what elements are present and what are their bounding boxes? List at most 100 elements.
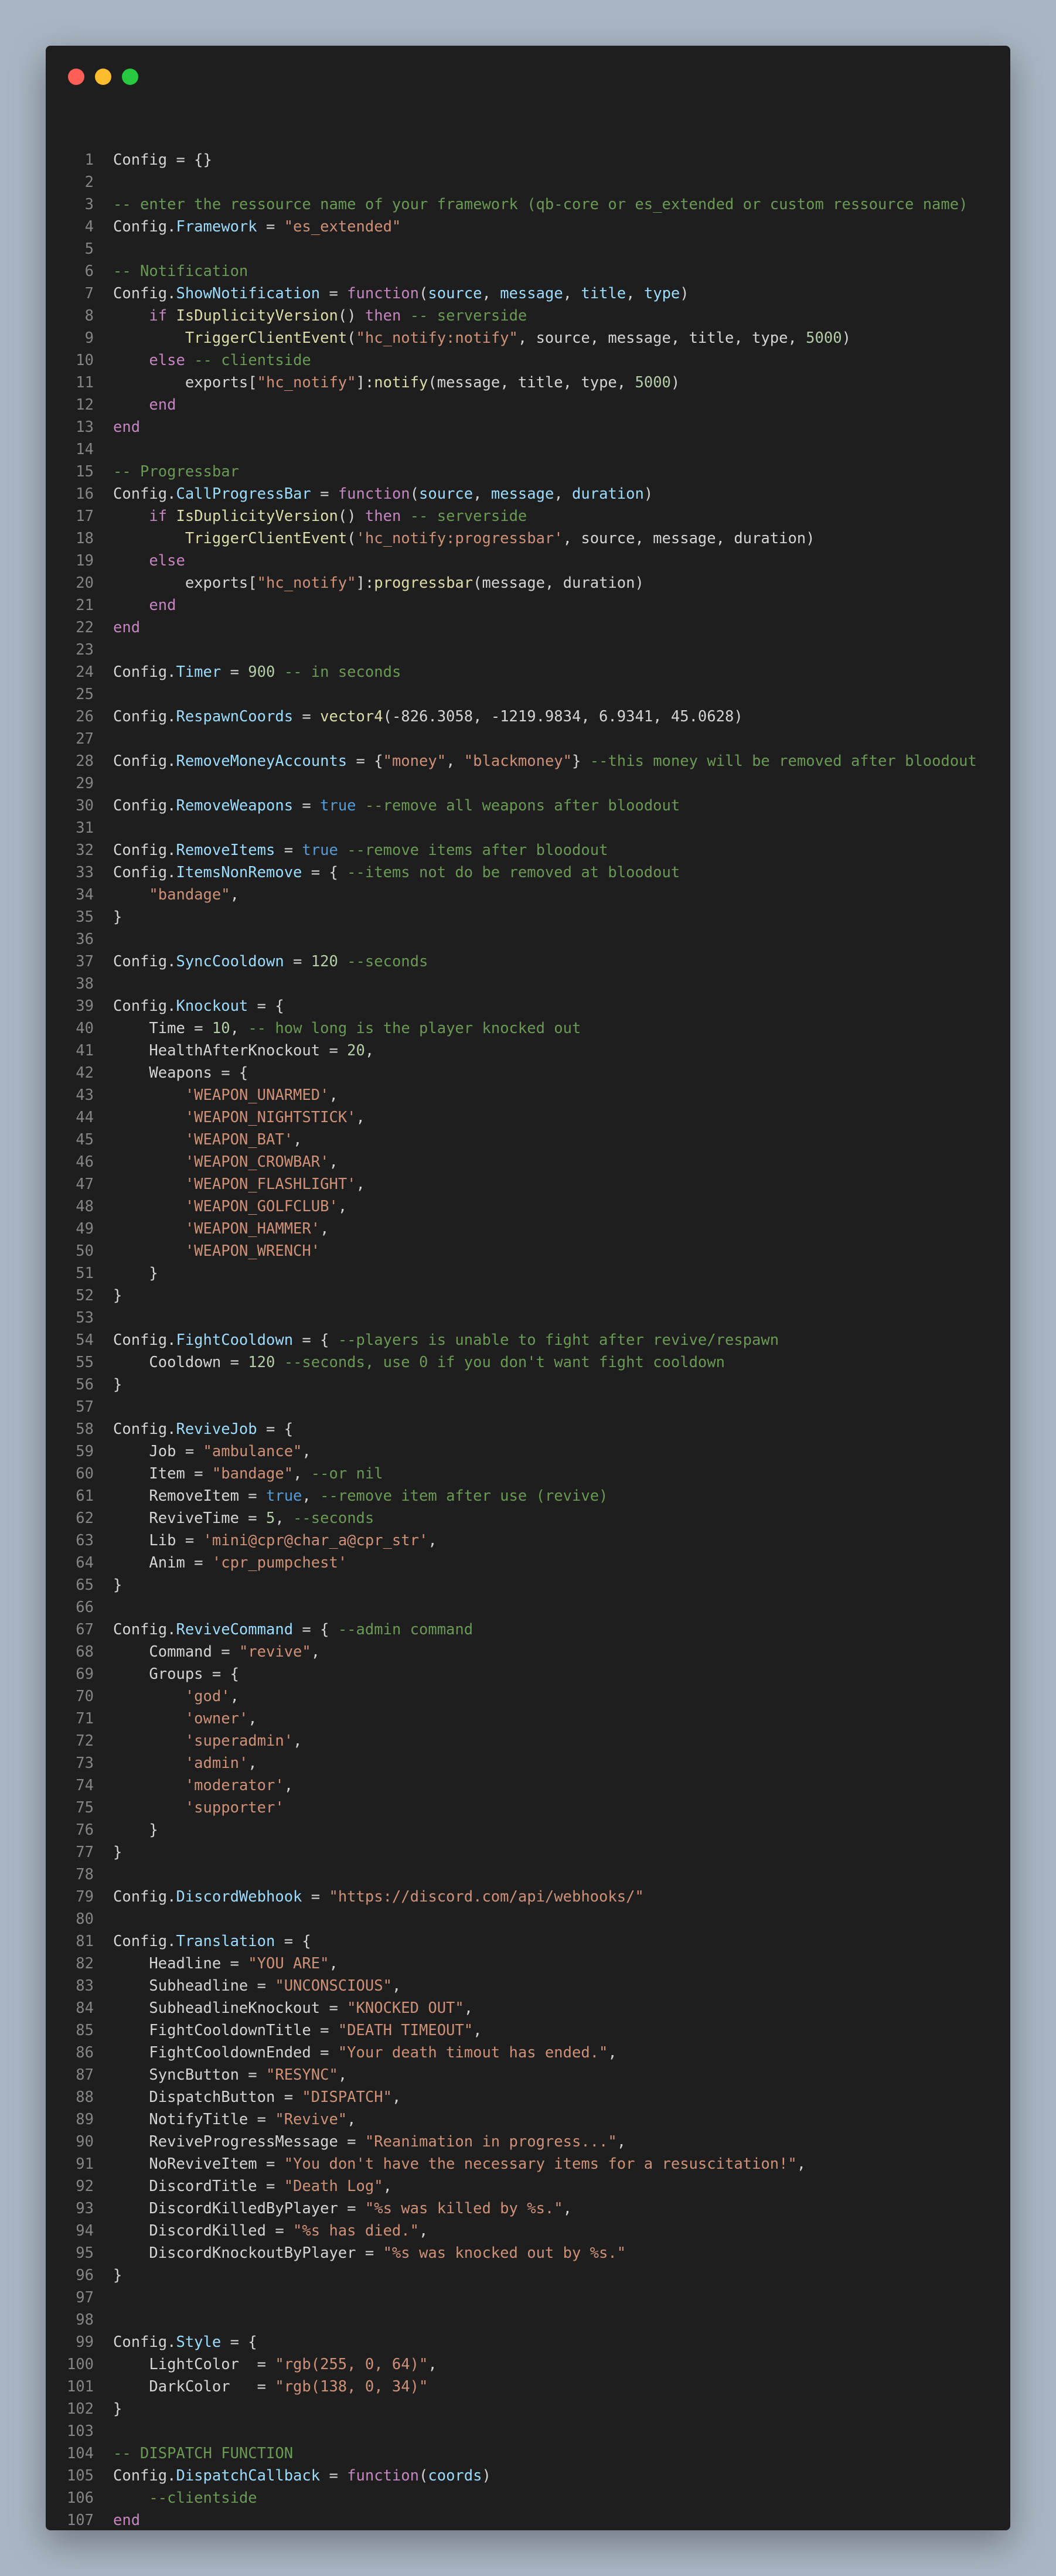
code-line: 45 'WEAPON_BAT',: [46, 1129, 1010, 1151]
line-number: 69: [76, 1665, 94, 1683]
code-line: 64 Anim = 'cpr_pumpchest': [46, 1552, 1010, 1574]
line-text: Config.CallProgressBar = function(source…: [94, 483, 653, 505]
code-token: Job =: [113, 1443, 203, 1460]
line-number: 98: [76, 2311, 94, 2329]
line-text: DarkColor = "rgb(138, 0, 34)": [94, 2376, 428, 2398]
code-token: "UNCONSCIOUS": [275, 1977, 392, 1995]
line-text: DiscordTitle = "Death Log",: [94, 2175, 392, 2197]
line-text: TriggerClientEvent('hc_notify:progressba…: [94, 527, 815, 550]
line-number: 99: [76, 2333, 94, 2351]
line-text: 'WEAPON_NIGHTSTICK',: [94, 1106, 365, 1129]
code-token: SyncButton =: [113, 2066, 266, 2084]
line-number: 66: [76, 1599, 94, 1616]
line-text: NoReviveItem = "You don't have the neces…: [94, 2153, 806, 2175]
code-line: 27: [46, 728, 1010, 750]
line-text: [94, 928, 113, 950]
line-number: 103: [66, 2422, 94, 2440]
code-token: function: [347, 285, 419, 302]
maximize-button[interactable]: [122, 69, 138, 85]
line-text: Job = "ambulance",: [94, 1440, 311, 1463]
code-token: }: [113, 1265, 158, 1282]
line-text: Config.Knockout = {: [94, 995, 284, 1017]
line-text: Cooldown = 120 --seconds, use 0 if you d…: [94, 1351, 725, 1374]
code-token: (: [419, 2467, 428, 2485]
code-line: 84 SubheadlineKnockout = "KNOCKED OUT",: [46, 1997, 1010, 2019]
code-token: "rgb(255, 0, 64)": [275, 2356, 428, 2373]
line-text: ReviveProgressMessage = "Reanimation in …: [94, 2131, 626, 2153]
code-token: ,: [554, 485, 573, 503]
code-token: SubheadlineKnockout =: [113, 1999, 348, 2017]
line-number: 30: [76, 797, 94, 815]
code-token: "Death Log": [284, 2178, 383, 2195]
line-number: 2: [84, 173, 94, 191]
line-number: 88: [76, 2088, 94, 2106]
line-number: 39: [76, 997, 94, 1015]
line-number: 41: [76, 1042, 94, 1059]
code-token: = {: [293, 1621, 338, 1638]
line-text: [94, 2309, 113, 2331]
code-token: Config.: [113, 485, 176, 503]
line-number: 12: [76, 396, 94, 414]
code-token: (message, duration): [473, 574, 644, 592]
close-button[interactable]: [68, 69, 84, 85]
code-token: =: [320, 2467, 348, 2485]
code-line: 92 DiscordTitle = "Death Log",: [46, 2175, 1010, 2197]
line-text: Headline = "YOU ARE",: [94, 1953, 338, 1975]
line-number: 31: [76, 819, 94, 837]
line-number: 65: [76, 1576, 94, 1594]
code-token: "RESYNC": [266, 2066, 338, 2084]
line-number: 49: [76, 1220, 94, 1238]
code-token: ,: [329, 1086, 338, 1104]
code-token: = {: [248, 997, 284, 1015]
code-line: 4 Config.Framework = "es_extended": [46, 216, 1010, 238]
code-token: ReviveCommand: [176, 1621, 294, 1638]
line-number: 55: [76, 1354, 94, 1371]
code-line: 88 DispatchButton = "DISPATCH",: [46, 2086, 1010, 2108]
code-token: DispatchCallback: [176, 2467, 321, 2485]
code-line: 95 DiscordKnockoutByPlayer = "%s was kno…: [46, 2242, 1010, 2264]
line-text: 'WEAPON_GOLFCLUB',: [94, 1195, 347, 1218]
code-token: --clientside: [149, 2489, 257, 2507]
line-text: 'WEAPON_HAMMER',: [94, 1218, 329, 1240]
code-token: ): [643, 485, 653, 503]
code-token: "YOU ARE": [248, 1955, 329, 1972]
code-token: ,: [338, 2066, 348, 2084]
code-token: ,: [230, 1688, 239, 1705]
code-token: Weapons = {: [113, 1064, 248, 1082]
code-line: 2: [46, 171, 1010, 193]
code-token: end: [149, 396, 176, 414]
code-line: 65}: [46, 1574, 1010, 1596]
code-line: 19 else: [46, 550, 1010, 572]
line-text: HealthAfterKnockout = 20,: [94, 1040, 374, 1062]
code-line: 103: [46, 2420, 1010, 2442]
code-token: Config.: [113, 864, 176, 881]
line-text: 'supporter': [94, 1797, 284, 1819]
code-line: 1 Config = {}: [46, 149, 1010, 171]
line-text: end: [94, 2509, 140, 2530]
code-token: duration: [572, 485, 644, 503]
code-line: 20 exports["hc_notify"]:progressbar(mess…: [46, 572, 1010, 594]
code-line: 72 'superadmin',: [46, 1730, 1010, 1752]
code-token: FightCooldown: [176, 1331, 294, 1349]
line-text: -- Progressbar: [94, 461, 239, 483]
line-number: 23: [76, 641, 94, 659]
code-line: 35}: [46, 906, 1010, 928]
line-text: [94, 728, 113, 750]
line-number: 84: [76, 1999, 94, 2017]
code-token: 5000: [806, 329, 842, 347]
line-number: 16: [76, 485, 94, 503]
code-token: true: [302, 841, 338, 859]
code-token: -- serverside: [410, 507, 527, 525]
code-token: ,: [338, 1198, 348, 1215]
line-text: [94, 438, 113, 461]
line-text: Config.Timer = 900 -- in seconds: [94, 661, 401, 683]
code-editor[interactable]: 1 Config = {} 2 3 -- enter the ressource nam…: [46, 149, 1010, 2530]
minimize-button[interactable]: [95, 69, 111, 85]
line-text: 'moderator',: [94, 1774, 293, 1797]
code-line: 85 FightCooldownTitle = "DEATH TIMEOUT",: [46, 2019, 1010, 2042]
line-text: ReviveTime = 5, --seconds: [94, 1507, 374, 1529]
code-token: DiscordKnockoutByPlayer =: [113, 2244, 383, 2262]
code-token: end: [113, 418, 141, 436]
